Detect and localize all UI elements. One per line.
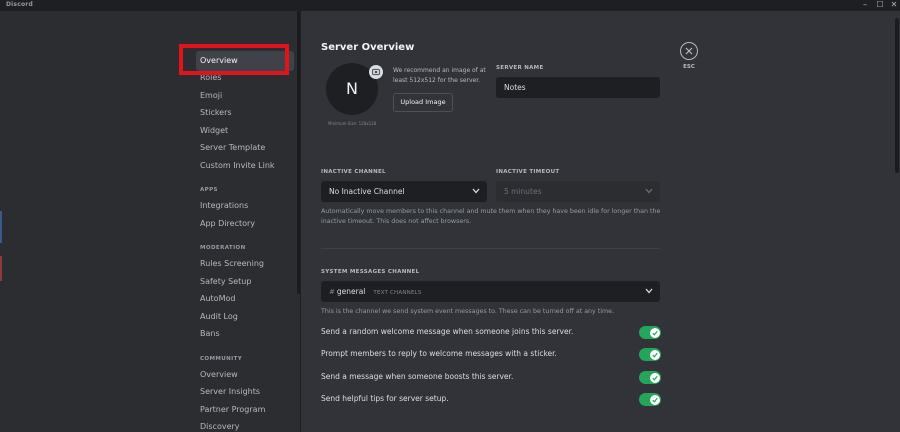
check-icon (651, 330, 658, 336)
toggle-label: Prompt members to reply to welcome messa… (321, 349, 557, 358)
annotation-highlight-box (179, 44, 289, 75)
sidebar-item-stickers[interactable]: Stickers (196, 103, 294, 123)
upload-image-button[interactable]: Upload Image (393, 93, 453, 112)
inactive-channel-value: No Inactive Channel (329, 187, 405, 196)
sidebar-edge-accent (0, 256, 2, 281)
toggle-row-boost-message: Send a message when someone boosts this … (321, 371, 661, 385)
hash-icon: # (329, 288, 335, 296)
sidebar-item-custom-invite-link[interactable]: Custom Invite Link (196, 156, 294, 176)
sidebar-item-automod[interactable]: AutoMod (196, 289, 294, 309)
check-icon (651, 397, 658, 403)
chevron-down-icon (645, 288, 653, 294)
channel-category: TEXT CHANNELS (373, 290, 422, 296)
app-title: Discord (6, 1, 33, 8)
title-bar: Discord – ☐ ✕ (0, 0, 900, 11)
sidebar-item-app-directory[interactable]: App Directory (196, 214, 294, 234)
close-icon (685, 47, 693, 55)
check-icon (651, 375, 658, 381)
close-settings-button[interactable] (680, 42, 698, 60)
image-recommendation-text: We recommend an image of at least 512x51… (393, 67, 486, 84)
welcome-message-toggle[interactable] (639, 326, 661, 339)
server-name-label: SERVER NAME (496, 65, 544, 71)
image-add-icon[interactable] (369, 65, 383, 79)
inactive-timeout-select[interactable]: 5 minutes (496, 181, 660, 202)
toggle-label: Send helpful tips for server setup. (321, 394, 449, 403)
toggle-label: Send a random welcome message when someo… (321, 327, 574, 336)
sidebar-item-server-template[interactable]: Server Template (196, 138, 294, 158)
close-window-button[interactable]: ✕ (887, 0, 900, 11)
sidebar-item-discovery[interactable]: Discovery (196, 417, 294, 432)
server-name-value: Notes (504, 83, 526, 92)
sidebar-scrollbar[interactable] (297, 11, 300, 294)
toggle-row-setup-tips: Send helpful tips for server setup. (321, 393, 661, 407)
minimize-button[interactable]: – (858, 0, 872, 11)
system-channel-help: This is the channel we send system event… (321, 308, 615, 315)
system-channel-value: # general TEXT CHANNELS (329, 281, 422, 304)
sidebar-item-server-insights[interactable]: Server Insights (196, 382, 294, 402)
content-scrollbar[interactable] (895, 18, 899, 173)
esc-label: ESC (683, 64, 695, 70)
inactive-timeout-label: INACTIVE TIMEOUT (496, 169, 560, 175)
server-name-input[interactable]: Notes (496, 77, 660, 98)
setup-tips-toggle[interactable] (639, 393, 661, 406)
sticker-reply-toggle[interactable] (639, 348, 661, 361)
sidebar-item-integrations[interactable]: Integrations (196, 196, 294, 216)
sidebar-section-apps: APPS (200, 187, 218, 193)
chevron-down-icon (472, 188, 480, 194)
inactive-channel-select[interactable]: No Inactive Channel (321, 181, 487, 202)
sidebar-section-moderation: MODERATION (200, 245, 246, 251)
section-divider (321, 248, 660, 249)
sidebar-section-community: COMMUNITY (200, 356, 243, 362)
toggle-label: Send a message when someone boosts this … (321, 372, 514, 381)
avatar-size-note: Minimum Size: 128x128 (328, 121, 377, 126)
inactive-timeout-value: 5 minutes (504, 187, 542, 196)
chevron-down-icon (645, 188, 653, 194)
system-channel-name: general (336, 287, 366, 296)
system-channel-label: SYSTEM MESSAGES CHANNEL (321, 269, 420, 275)
page-title: Server Overview (321, 42, 415, 53)
inactive-channel-help: Automatically move members to this chann… (321, 208, 661, 225)
sidebar-item-rules-screening[interactable]: Rules Screening (196, 254, 294, 274)
sidebar-edge-accent (0, 211, 2, 243)
maximize-button[interactable]: ☐ (873, 0, 887, 11)
check-icon (651, 352, 658, 358)
system-channel-select[interactable]: # general TEXT CHANNELS (321, 281, 660, 302)
boost-message-toggle[interactable] (639, 371, 661, 384)
inactive-channel-label: INACTIVE CHANNEL (321, 169, 386, 175)
toggle-row-welcome-message: Send a random welcome message when someo… (321, 326, 661, 340)
sidebar-item-bans[interactable]: Bans (196, 324, 294, 344)
toggle-row-sticker-reply: Prompt members to reply to welcome messa… (321, 348, 661, 362)
